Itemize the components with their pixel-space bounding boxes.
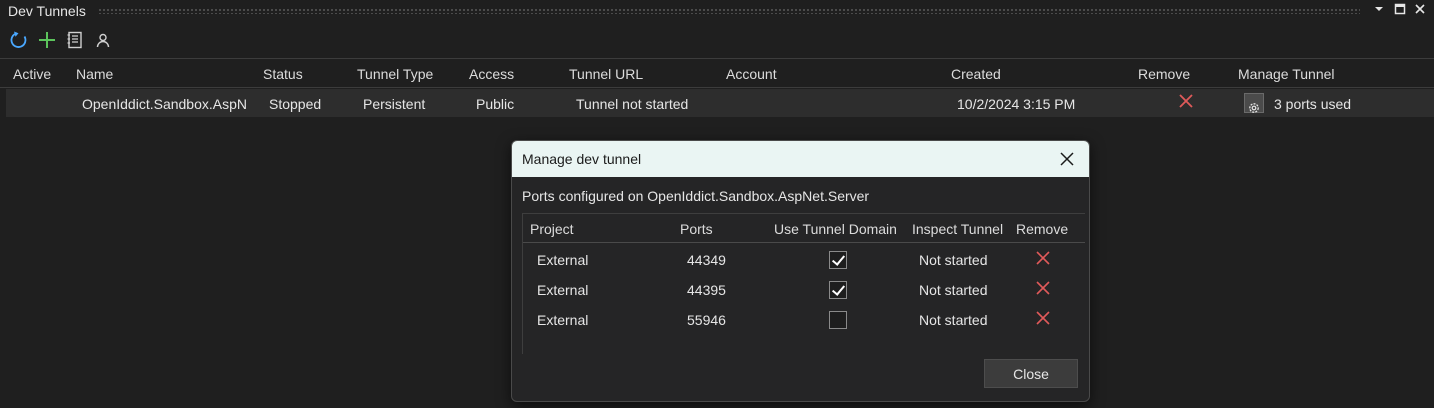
toolbar [8,30,114,52]
column-header-account[interactable]: Account [726,66,777,82]
titlebar-grip[interactable] [98,8,1360,14]
maximize-icon[interactable] [1392,3,1408,19]
column-header-use-tunnel-domain[interactable]: Use Tunnel Domain [774,221,897,237]
table-row[interactable]: External 44395 Not started [523,275,1085,305]
table-row[interactable]: External 55946 Not started [523,305,1085,335]
gear-icon [1247,101,1261,118]
tunnels-table-header: Active Name Status Tunnel Type Access Tu… [0,58,1434,88]
port-number: 44349 [687,252,726,268]
port-project: External [537,312,589,328]
use-tunnel-domain-checkbox[interactable] [829,311,847,329]
dialog-titlebar: Manage dev tunnel [512,141,1089,177]
column-header-remove[interactable]: Remove [1016,221,1068,237]
table-row[interactable]: OpenIddict.Sandbox.AspN Stopped Persiste… [6,89,1434,117]
column-header-inspect-tunnel[interactable]: Inspect Tunnel [912,221,1003,237]
column-header-project[interactable]: Project [530,221,574,237]
tunnel-status: Stopped [269,96,322,112]
dialog-title: Manage dev tunnel [522,151,642,167]
notebook-icon [66,31,84,52]
add-tunnel-button[interactable] [36,30,58,52]
inspect-status: Not started [919,282,988,298]
close-button[interactable]: Close [984,359,1078,388]
remove-port-icon[interactable] [1035,280,1051,301]
dropdown-icon[interactable] [1371,3,1387,19]
ports-used-label: 3 ports used [1274,96,1352,112]
column-header-active[interactable]: Active [13,66,51,82]
close-icon[interactable] [1412,3,1428,19]
tunnel-created: 10/2/2024 3:15 PM [957,96,1076,112]
remove-port-icon[interactable] [1035,250,1051,271]
column-header-status[interactable]: Status [263,66,303,82]
tunnel-url: Tunnel not started [576,96,689,112]
port-number: 44395 [687,282,726,298]
tunnel-name: OpenIddict.Sandbox.AspN [82,96,247,112]
inspect-status: Not started [919,312,988,328]
port-project: External [537,282,589,298]
refresh-icon [9,30,29,53]
inspect-status: Not started [919,252,988,268]
column-header-tunnel-url[interactable]: Tunnel URL [569,66,643,82]
manage-dev-tunnel-dialog: Manage dev tunnel Ports configured on Op… [511,140,1090,402]
account-icon [95,32,111,51]
dialog-close-icon[interactable] [1057,149,1077,169]
add-icon [37,30,57,53]
window-title: Dev Tunnels [8,3,86,19]
column-header-access[interactable]: Access [469,66,514,82]
remove-tunnel-icon[interactable] [1178,93,1194,114]
tunnel-access: Public [476,96,515,112]
column-header-remove[interactable]: Remove [1138,66,1190,82]
use-tunnel-domain-checkbox[interactable] [829,251,847,269]
remove-port-icon[interactable] [1035,310,1051,331]
column-header-manage-tunnel[interactable]: Manage Tunnel [1238,66,1335,82]
manage-tunnel-button[interactable] [1244,93,1264,113]
tunnel-type: Persistent [363,96,426,112]
tool-window-titlebar: Dev Tunnels [0,0,1434,22]
ports-table-header: Project Ports Use Tunnel Domain Inspect … [523,214,1085,243]
ports-table: Project Ports Use Tunnel Domain Inspect … [522,213,1085,354]
table-row[interactable]: External 44349 Not started [523,245,1085,275]
column-header-tunnel-type[interactable]: Tunnel Type [357,66,433,82]
column-header-ports[interactable]: Ports [680,221,713,237]
refresh-button[interactable] [8,30,30,52]
port-number: 55946 [687,312,726,328]
column-header-created[interactable]: Created [951,66,1001,82]
notebook-button[interactable] [64,30,86,52]
port-project: External [537,252,589,268]
account-button[interactable] [92,30,114,52]
column-header-name[interactable]: Name [76,66,113,82]
use-tunnel-domain-checkbox[interactable] [829,281,847,299]
dialog-subtitle: Ports configured on OpenIddict.Sandbox.A… [522,188,870,204]
